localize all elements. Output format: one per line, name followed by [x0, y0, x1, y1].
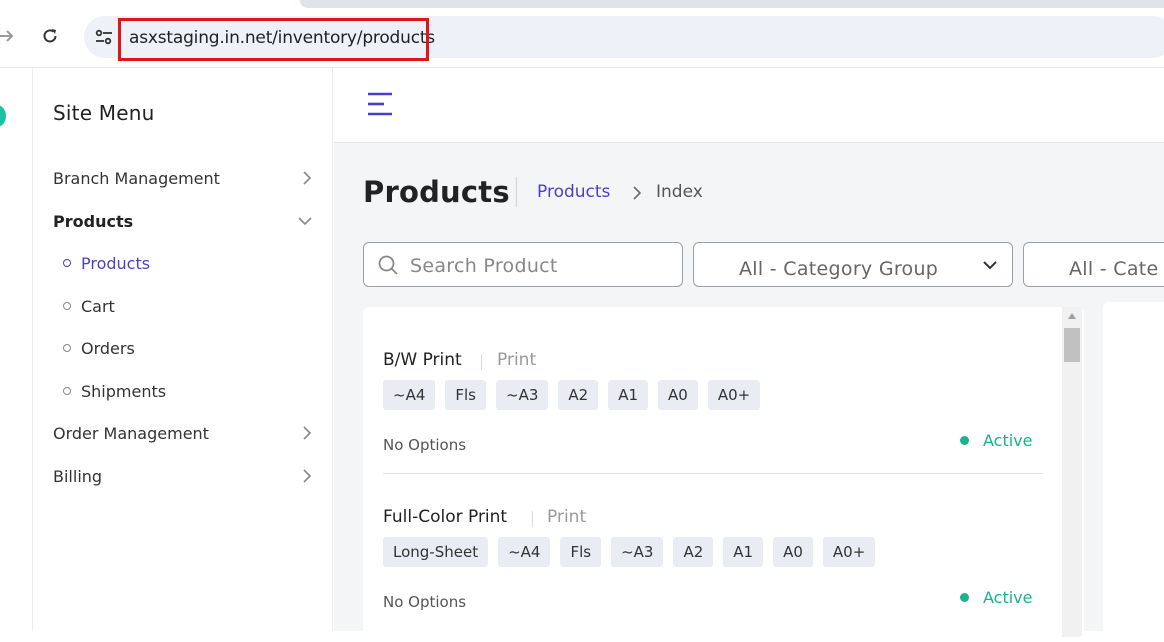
hamburger-menu-icon[interactable]	[366, 92, 394, 118]
size-tag: Fls	[560, 537, 602, 567]
sidebar-subitem-label: Shipments	[81, 381, 167, 401]
product-category: Print	[547, 507, 587, 527]
category-group-select[interactable]: All - Category Group	[693, 242, 1013, 287]
size-tag: A0+	[822, 537, 876, 567]
chevron-down-icon	[298, 217, 312, 226]
status-dot-icon	[960, 593, 969, 602]
product-list-card: B/W Print Print ~A4 Fls ~A3 A2 A1 A0 A0+…	[363, 307, 1084, 637]
left-rail	[0, 68, 33, 631]
product-name: B/W Print	[383, 350, 462, 370]
status-badge: Active	[960, 588, 1033, 607]
sidebar-item-order-management[interactable]: Order Management	[53, 419, 313, 447]
sidebar-subitem-label: Products	[81, 253, 151, 273]
size-tag: A1	[608, 380, 648, 410]
app-logo-icon[interactable]	[0, 105, 6, 127]
detail-panel	[1103, 302, 1164, 642]
breadcrumb-current: Index	[656, 182, 703, 202]
sidebar-title: Site Menu	[53, 101, 155, 125]
bullet-icon	[63, 344, 71, 352]
scrollbar-thumb[interactable]	[1064, 328, 1080, 362]
size-tag: ~A3	[611, 537, 664, 567]
size-tag: A0	[658, 380, 698, 410]
search-input[interactable]: Search Product	[363, 242, 683, 287]
reload-icon[interactable]	[38, 24, 62, 48]
product-tags: Long-Sheet ~A4 Fls ~A3 A2 A1 A0 A0+	[383, 537, 876, 567]
chevron-down-icon	[983, 261, 997, 270]
sidebar-item-products[interactable]: Products	[53, 207, 313, 235]
sidebar-item-label: Order Management	[53, 423, 209, 443]
product-tags: ~A4 Fls ~A3 A2 A1 A0 A0+	[383, 380, 761, 410]
size-tag: A2	[558, 380, 599, 410]
bullet-icon	[63, 387, 71, 395]
search-placeholder: Search Product	[410, 255, 558, 277]
category-group-value: All - Category Group	[739, 258, 939, 280]
product-name: Full-Color Print	[383, 507, 508, 527]
size-tag: A1	[723, 537, 764, 567]
sidebar-item-label: Billing	[53, 466, 103, 486]
size-tag: Fls	[445, 380, 486, 410]
main-content: Products Products Index Search Product A…	[334, 68, 1164, 642]
size-tag: ~A4	[383, 380, 436, 410]
status-label: Active	[983, 588, 1033, 607]
status-dot-icon	[960, 436, 969, 445]
scroll-up-arrow-icon[interactable]	[1068, 313, 1076, 319]
size-tag: A0+	[707, 380, 761, 410]
tab-strip	[300, 0, 1164, 8]
sidebar-subitem-orders[interactable]: Orders	[63, 335, 135, 361]
chevron-right-icon	[303, 426, 312, 440]
main-header	[334, 68, 1164, 143]
sidebar-item-branch-management[interactable]: Branch Management	[53, 164, 313, 192]
product-category: Print	[497, 350, 537, 370]
breadcrumb-link-products[interactable]: Products	[537, 182, 610, 202]
sidebar-item-label: Branch Management	[53, 168, 220, 188]
size-tag: A2	[673, 537, 714, 567]
sidebar-subitem-label: Cart	[81, 296, 115, 316]
bullet-icon	[63, 259, 71, 267]
bullet-icon	[63, 302, 71, 310]
sidebar-subitem-cart[interactable]: Cart	[63, 293, 115, 319]
sidebar-subitem-products[interactable]: Products	[63, 250, 150, 276]
site-info-icon[interactable]	[92, 25, 116, 49]
title-divider	[516, 177, 517, 207]
chevron-right-icon	[633, 186, 642, 200]
sidebar-item-label: Products	[53, 211, 134, 231]
status-label: Active	[983, 431, 1033, 450]
sidebar-subitem-shipments[interactable]: Shipments	[63, 378, 166, 404]
sidebar: Site Menu Branch Management Products Pro…	[33, 68, 333, 631]
url-highlight-box	[118, 18, 429, 61]
size-tag: Long-Sheet	[383, 537, 489, 567]
sidebar-subitem-label: Orders	[81, 338, 135, 358]
name-divider	[481, 354, 482, 370]
search-icon	[378, 255, 398, 275]
size-tag: A0	[773, 537, 813, 567]
browser-toolbar: asxstaging.in.net/inventory/products	[0, 0, 1164, 68]
category-value: All - Cate	[1069, 258, 1159, 280]
row-divider	[383, 473, 1043, 474]
size-tag: ~A3	[496, 380, 549, 410]
category-select[interactable]: All - Cate	[1023, 242, 1164, 287]
page-title: Products	[363, 175, 510, 209]
forward-icon[interactable]	[0, 24, 18, 48]
size-tag: ~A4	[498, 537, 551, 567]
status-badge: Active	[960, 431, 1033, 450]
product-options: No Options	[383, 436, 467, 454]
chevron-right-icon	[303, 469, 312, 483]
sidebar-item-billing[interactable]: Billing	[53, 462, 313, 490]
chevron-right-icon	[303, 171, 312, 185]
product-options: No Options	[383, 593, 467, 611]
name-divider	[532, 511, 533, 527]
